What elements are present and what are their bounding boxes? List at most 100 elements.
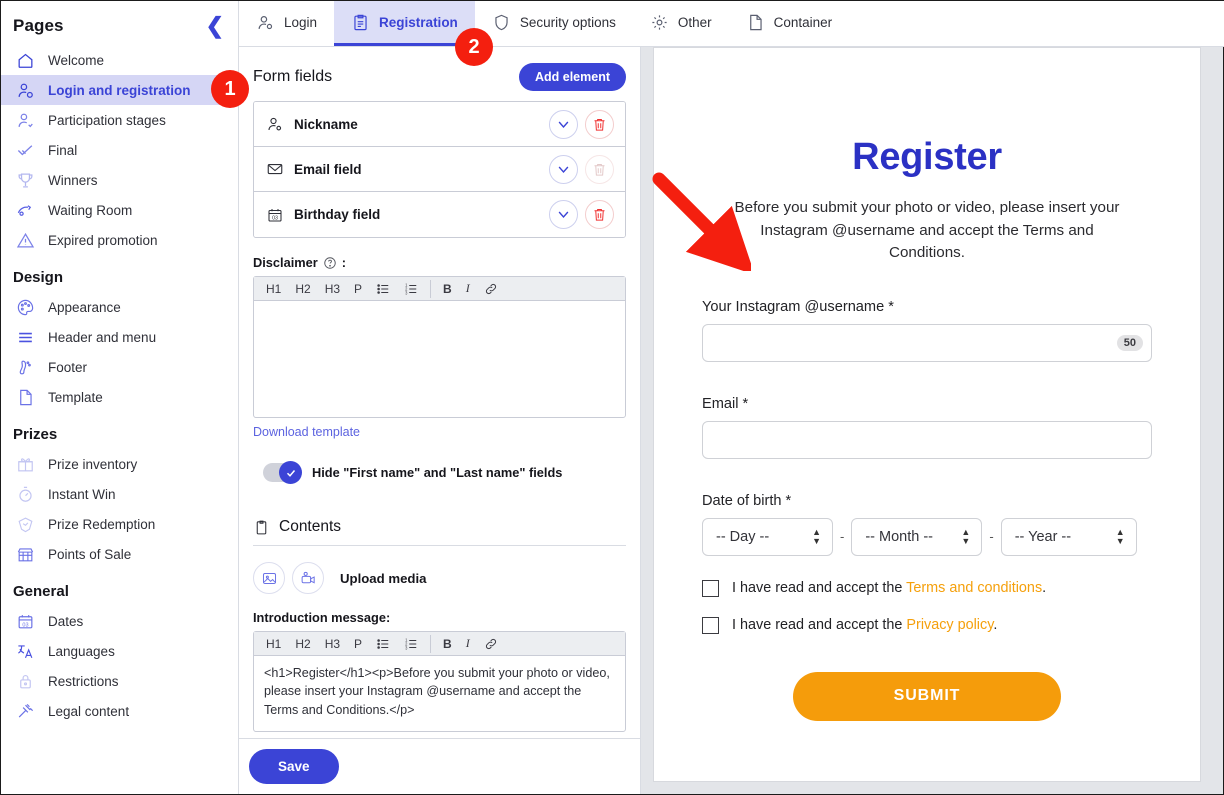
delete-field-button[interactable] [585, 109, 614, 139]
numbered-list-icon[interactable]: 123 [398, 633, 424, 655]
image-icon[interactable] [253, 562, 285, 594]
email-label: Email * [702, 395, 749, 412]
sidebar-item-template[interactable]: Template [1, 382, 238, 412]
sidebar-item-label: Login and registration [48, 82, 191, 98]
privacy-policy-link[interactable]: Privacy policy [906, 617, 993, 633]
italic-button[interactable]: I [460, 633, 476, 655]
tab-login[interactable]: Login [239, 1, 334, 46]
trophy-icon [15, 170, 35, 190]
link-icon[interactable] [478, 278, 504, 300]
numbered-list-icon[interactable]: 123 [398, 278, 424, 300]
dob-month-select[interactable]: -- Month -- ▲ ▼ [851, 517, 983, 556]
heading3-button[interactable]: H3 [319, 278, 346, 300]
translate-icon [15, 641, 35, 661]
video-icon[interactable] [292, 562, 324, 594]
sidebar-item-points-of-sale[interactable]: Points of Sale [1, 539, 238, 569]
sidebar-item-welcome[interactable]: Welcome [1, 45, 238, 75]
sidebar-item-waiting-room[interactable]: Waiting Room [1, 195, 238, 225]
expand-field-button[interactable] [549, 109, 578, 139]
sidebar-item-prize-inventory[interactable]: Prize inventory [1, 449, 238, 479]
form-field-row-nickname[interactable]: Nickname [254, 102, 625, 147]
form-field-row-birthday[interactable]: 03 Birthday field [254, 192, 625, 237]
disclaimer-editor: H1 H2 H3 P 123 B I [253, 276, 626, 418]
sidebar-item-label: Legal content [48, 703, 130, 719]
palette-icon [15, 297, 35, 317]
submit-button[interactable]: SUBMIT [793, 671, 1061, 721]
tab-container[interactable]: Container [729, 1, 850, 46]
heading2-button[interactable]: H2 [289, 278, 316, 300]
terms-and-conditions-link[interactable]: Terms and conditions [906, 580, 1042, 596]
sidebar-item-dates[interactable]: 03 Dates [1, 606, 238, 636]
chevron-left-icon[interactable]: ❮ [206, 15, 224, 37]
sidebar-item-participation-stages[interactable]: Participation stages [1, 105, 238, 135]
user-gear-icon [15, 80, 35, 100]
sidebar-item-login-and-registration[interactable]: Login and registration [1, 75, 238, 105]
tab-label: Security options [519, 14, 616, 30]
hide-names-toggle[interactable] [263, 461, 302, 484]
save-button[interactable]: Save [249, 749, 339, 784]
link-icon[interactable] [478, 633, 504, 655]
sidebar-item-winners[interactable]: Winners [1, 165, 238, 195]
store-icon [15, 544, 35, 564]
question-circle-icon[interactable] [323, 256, 337, 270]
sidebar-item-expired-promotion[interactable]: Expired promotion [1, 225, 238, 255]
sidebar-item-header-and-menu[interactable]: Header and menu [1, 322, 238, 352]
bold-button[interactable]: B [437, 633, 458, 655]
italic-button[interactable]: I [460, 278, 476, 300]
heading2-button[interactable]: H2 [289, 633, 316, 655]
disclaimer-textarea[interactable] [254, 301, 625, 417]
sidebar-item-label: Template [48, 389, 103, 405]
paragraph-button[interactable]: P [348, 633, 368, 655]
sidebar-item-final[interactable]: Final [1, 135, 238, 165]
trash-icon [594, 209, 605, 221]
delete-field-button[interactable] [585, 200, 614, 229]
email-input[interactable] [702, 420, 1152, 459]
heading1-button[interactable]: H1 [260, 278, 287, 300]
user-add-icon [15, 110, 35, 130]
dob-year-select[interactable]: -- Year -- ▲ ▼ [1000, 517, 1137, 556]
sidebar-item-prize-redemption[interactable]: Prize Redemption [1, 509, 238, 539]
terms-checkbox[interactable] [702, 579, 719, 597]
sidebar-item-label: Languages [48, 643, 115, 659]
sidebar-item-label: Expired promotion [48, 232, 158, 248]
expand-field-button[interactable] [549, 200, 578, 229]
ticket-icon [15, 514, 35, 534]
privacy-suffix: . [993, 617, 998, 633]
heading1-button[interactable]: H1 [260, 633, 287, 655]
expand-field-button[interactable] [549, 154, 578, 184]
tab-label: Registration [379, 14, 458, 30]
sidebar-item-languages[interactable]: Languages [1, 636, 238, 666]
dob-day-select[interactable]: -- Day -- ▲ ▼ [702, 517, 833, 556]
sidebar-item-appearance[interactable]: Appearance [1, 292, 238, 322]
privacy-prefix: I have read and accept the [732, 617, 907, 633]
sidebar-item-instant-win[interactable]: Instant Win [1, 479, 238, 509]
privacy-text: I have read and accept the Privacy polic… [732, 617, 997, 633]
tab-registration[interactable]: Registration [334, 1, 475, 46]
privacy-checkbox[interactable] [702, 616, 719, 634]
tab-label: Other [677, 14, 712, 30]
form-field-row-email[interactable]: Email field [254, 147, 625, 192]
bold-button[interactable]: B [437, 278, 458, 300]
sidebar-item-footer[interactable]: Footer [1, 352, 238, 382]
stopwatch-icon [15, 484, 35, 504]
tab-security-options[interactable]: Security options [475, 1, 633, 46]
clipboard-icon [256, 520, 267, 534]
tab-other[interactable]: Other [633, 1, 729, 46]
sidebar-item-label: Footer [48, 359, 88, 375]
heading3-button[interactable]: H3 [319, 633, 346, 655]
download-template-link[interactable]: Download template [253, 425, 360, 439]
add-element-button[interactable]: Add element [518, 63, 626, 91]
bullet-list-icon[interactable] [370, 278, 396, 300]
page-icon [15, 387, 35, 407]
tab-bar: Login Registration Security options Othe… [239, 1, 1224, 47]
instagram-input[interactable]: 50 [702, 323, 1152, 362]
bullet-list-icon[interactable] [370, 633, 396, 655]
dob-separator: - [840, 529, 845, 544]
sidebar-item-label: Points of Sale [48, 546, 132, 562]
sidebar-item-legal-content[interactable]: Legal content [1, 696, 238, 726]
sidebar-item-restrictions[interactable]: Restrictions [1, 666, 238, 696]
contents-title: Contents [279, 518, 342, 535]
paragraph-button[interactable]: P [348, 278, 368, 300]
user-gear-icon [258, 15, 273, 29]
intro-message-textarea[interactable]: <h1>Register</h1><p>Before you submit yo… [254, 656, 625, 731]
